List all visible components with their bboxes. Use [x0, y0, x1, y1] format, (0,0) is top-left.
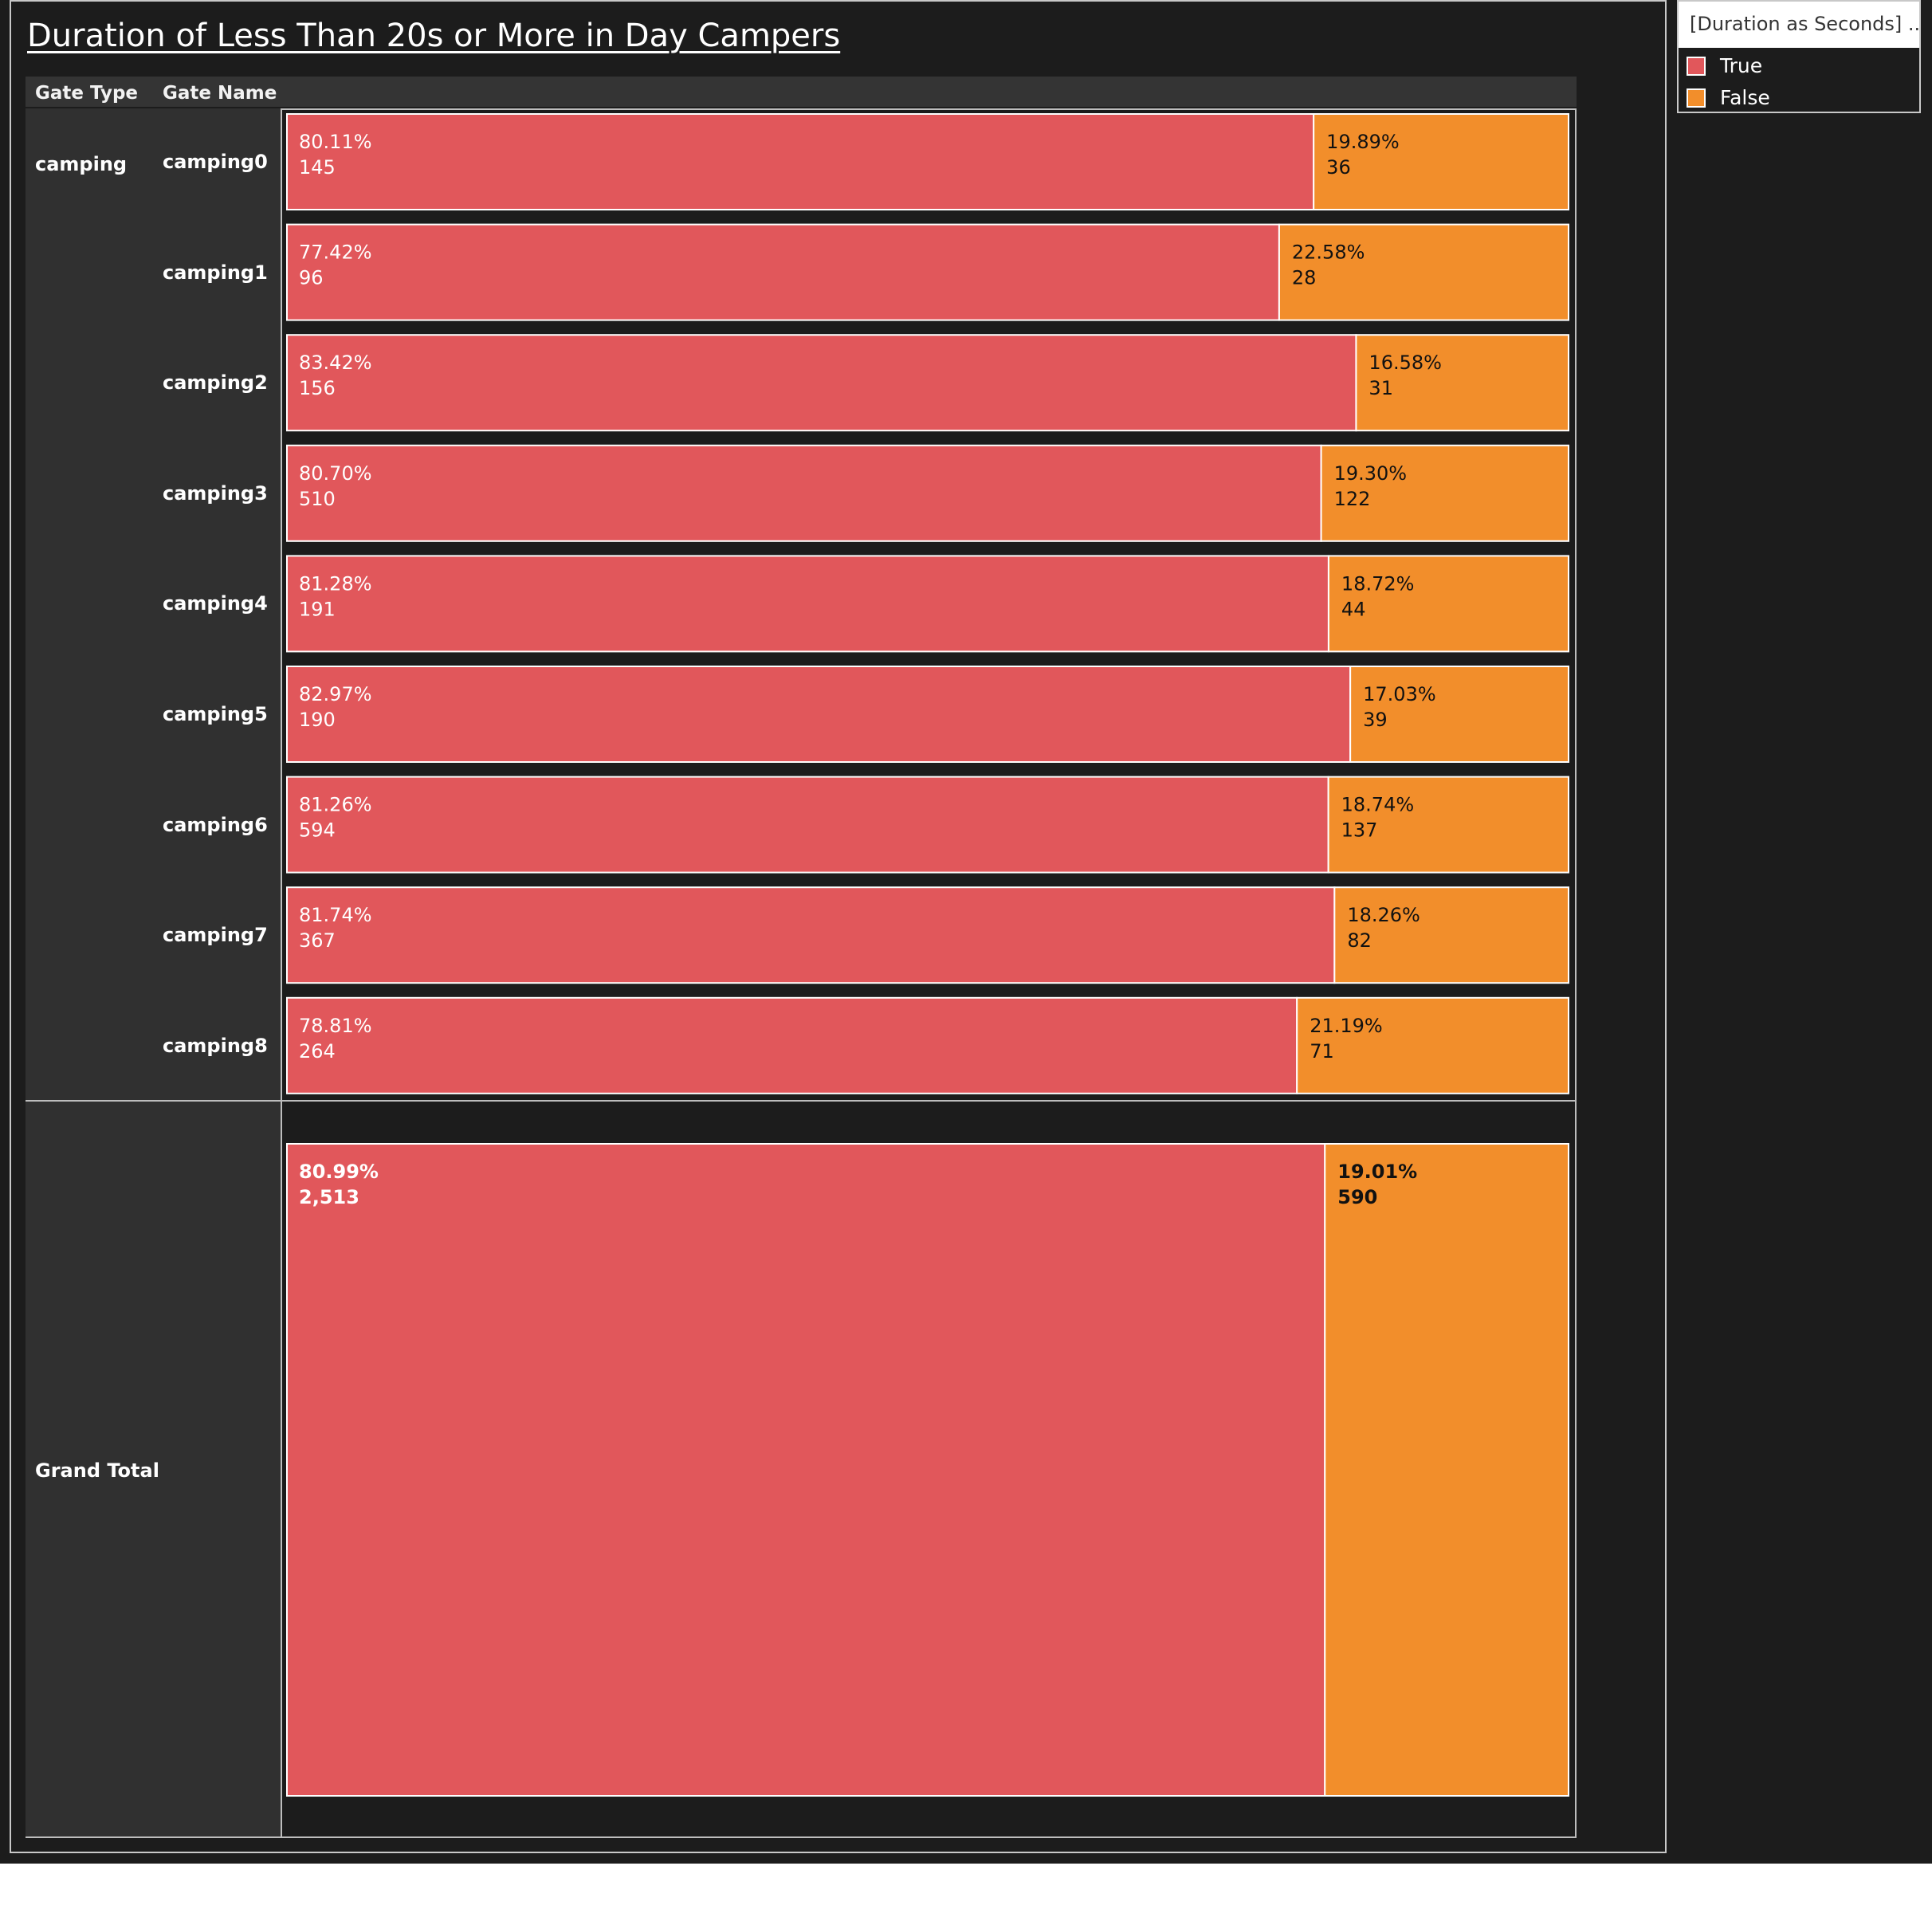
gate-name-label-camping4[interactable]: camping4 — [163, 592, 268, 615]
gate-name-label-camping7[interactable]: camping7 — [163, 924, 268, 946]
legend-label-false: False — [1720, 86, 1770, 109]
color-legend: [Duration as Seconds] ... True False — [1677, 0, 1921, 113]
legend-label-true: True — [1720, 54, 1763, 77]
header-gate-name[interactable]: Gate Name — [163, 83, 277, 104]
gate-name-label-camping1[interactable]: camping1 — [163, 261, 268, 284]
legend-swatch-true — [1687, 57, 1706, 76]
gate-name-label-camping2[interactable]: camping2 — [163, 371, 268, 394]
legend-swatch-false — [1687, 88, 1706, 108]
header-gate-type[interactable]: Gate Type — [35, 83, 138, 104]
row-header-panel — [26, 108, 281, 1838]
table-bottom-border — [26, 1836, 1577, 1838]
gate-name-label-camping5[interactable]: camping5 — [163, 703, 268, 725]
pane-divider — [281, 108, 282, 1838]
gate-type-label[interactable]: camping — [35, 153, 127, 175]
gate-name-label-camping6[interactable]: camping6 — [163, 814, 268, 836]
chart-title: Duration of Less Than 20s or More in Day… — [27, 18, 841, 54]
gate-name-label-camping8[interactable]: camping8 — [163, 1035, 268, 1057]
gate-name-label-camping3[interactable]: camping3 — [163, 482, 268, 505]
grand-total-divider — [26, 1100, 1577, 1102]
legend-title[interactable]: [Duration as Seconds] ... — [1679, 2, 1919, 48]
gate-name-label-camping0[interactable]: camping0 — [163, 151, 268, 173]
grand-total-label[interactable]: Grand Total — [35, 1459, 159, 1482]
chart-pane — [281, 108, 1577, 1838]
